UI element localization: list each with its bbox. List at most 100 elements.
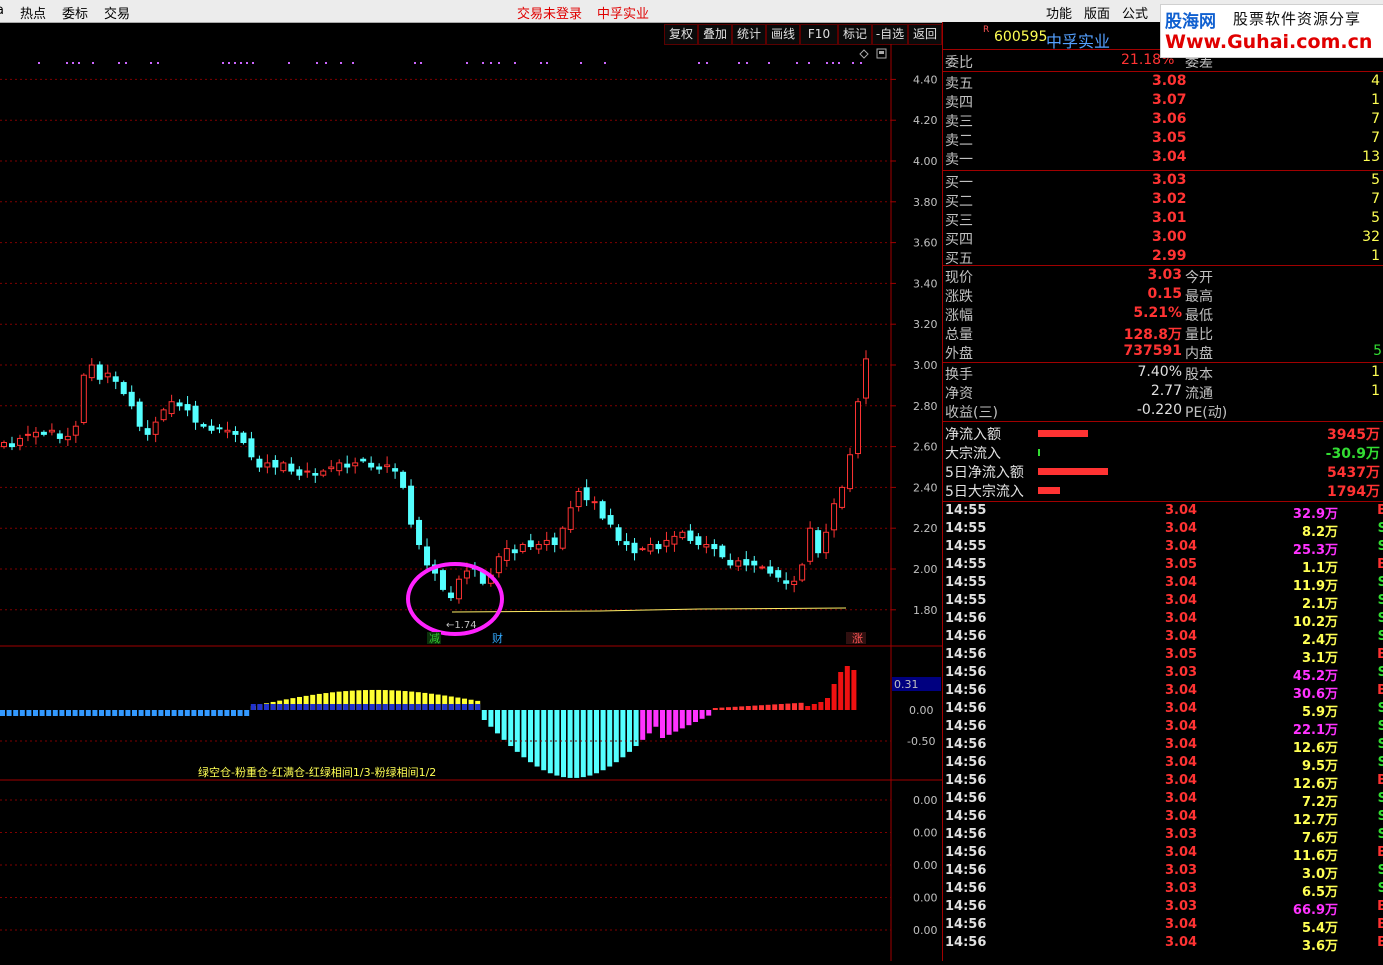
tick-row: 14:56 3.05 3.1万 B	[943, 647, 1383, 666]
indicator-bar	[732, 706, 738, 710]
tick-row: 14:56 3.04 10.2万 S	[943, 611, 1383, 630]
tick-side: S	[1377, 539, 1383, 554]
buy-volume: 5	[1371, 172, 1380, 188]
indicator-bar	[138, 710, 144, 716]
sell-row: 卖二 3.05 7	[943, 130, 1383, 149]
price-axis-label: 3.80	[913, 196, 938, 209]
indicator-bar	[752, 705, 758, 710]
overlay-button[interactable]: 叠加	[698, 24, 732, 45]
indicator-bar	[415, 704, 421, 710]
indicator-bar	[145, 710, 151, 716]
tick-side: S	[1377, 827, 1383, 842]
fuquan-button[interactable]: 复权	[664, 24, 698, 45]
chart-area[interactable]: 4.40 4.20 4.00 3.80 3.60 3.40 3.20 3.00 2.80 2.60…	[0, 44, 942, 961]
candle-down	[56, 433, 63, 439]
signal-dot	[150, 62, 152, 64]
stat-label: 换手	[945, 367, 973, 383]
signal-dot	[228, 62, 230, 64]
candle-down	[687, 530, 694, 541]
indicator-bar	[442, 704, 448, 710]
indicator-bar	[798, 702, 804, 710]
candle-up	[519, 544, 526, 552]
flow-label: 5日净流入额	[945, 465, 1024, 481]
remove-watchlist-button[interactable]: -自选	[872, 24, 908, 45]
candle-up	[503, 548, 510, 561]
tick-volume: 22.1万	[1292, 723, 1338, 738]
indicator-bar	[402, 704, 408, 710]
indicator-bar	[739, 706, 745, 710]
candle-up	[80, 374, 87, 424]
stat-value: 128.8万	[1123, 327, 1182, 343]
menu-item-formula[interactable]: 公式	[1122, 3, 1148, 22]
stat-label: 现价	[945, 270, 973, 286]
mark-button[interactable]: 标记	[838, 24, 872, 45]
window-toggle-icon[interactable]	[876, 48, 887, 59]
indicator-bar	[389, 704, 395, 710]
menu-truncated-item[interactable]: a	[0, 3, 4, 18]
kline-chart-svg[interactable]: 4.40 4.20 4.00 3.80 3.60 3.40 3.20 3.00 2.80 2.60…	[0, 44, 942, 961]
candle-down	[767, 566, 774, 574]
indicator-bar	[112, 710, 118, 716]
marker-cai-label: 财	[492, 631, 503, 645]
indicator-bar	[574, 710, 580, 778]
menu-item-function[interactable]: 功能	[1046, 3, 1072, 22]
menu-item-weibiao[interactable]: 委标	[62, 3, 88, 22]
tick-time: 14:56	[945, 719, 987, 734]
tick-time: 14:55	[945, 557, 987, 572]
indicator-legend: 绿空仓-粉重仓-红满仓-红绿相间1/3-粉绿相间1/2	[198, 765, 436, 779]
candle-up	[160, 409, 167, 421]
login-status[interactable]: 交易未登录	[517, 3, 582, 22]
stat-label-2: 今开	[1185, 270, 1213, 286]
stat-label: 涨跌	[945, 289, 973, 305]
candle-down	[256, 458, 263, 468]
indicator-bar	[204, 710, 210, 716]
candle-up	[24, 433, 31, 436]
buy-label: 买四	[945, 232, 973, 248]
flow-value: 5437万	[1327, 465, 1380, 481]
sell-label: 卖四	[945, 95, 973, 111]
candle-down	[360, 458, 367, 462]
candle-up	[663, 539, 670, 547]
sell-volume: 13	[1362, 149, 1380, 165]
indicator-bar	[554, 710, 560, 776]
indicator-bar	[745, 706, 751, 710]
stats-button[interactable]: 统计	[732, 24, 766, 45]
tick-volume: 5.9万	[1301, 705, 1338, 720]
diamond-icon[interactable]	[859, 49, 869, 59]
candle-up	[280, 462, 287, 472]
candle-down	[511, 549, 518, 554]
candle-up	[839, 486, 846, 508]
draw-line-button[interactable]: 画线	[766, 24, 800, 45]
marker-cai: 财	[492, 631, 503, 645]
buy-price: 3.01	[1152, 210, 1187, 226]
flow-bar	[1038, 449, 1040, 456]
indicator-bar	[356, 704, 362, 710]
tick-volume: 12.6万	[1292, 741, 1338, 756]
indicator-bar	[528, 710, 533, 763]
indicator-bar	[118, 710, 124, 716]
indicator-bar	[547, 710, 553, 774]
indicator-bar	[811, 704, 817, 710]
indicator-bar	[679, 710, 685, 729]
menu-item-hot[interactable]: 热点	[20, 3, 46, 22]
tick-volume: 45.2万	[1292, 669, 1338, 684]
back-button[interactable]: 返回	[908, 24, 942, 45]
f10-button[interactable]: F10	[800, 24, 838, 45]
tick-price: 3.04	[1165, 917, 1198, 932]
menu-item-trade[interactable]: 交易	[104, 3, 130, 22]
menu-item-layout[interactable]: 版面	[1084, 3, 1110, 22]
tick-side: S	[1377, 521, 1383, 536]
candle-down	[376, 466, 383, 470]
indicator-bar	[92, 710, 98, 716]
candle-up	[567, 507, 574, 530]
buy-row: 买二 3.02 7	[943, 191, 1383, 210]
signal-dot	[414, 62, 416, 64]
candle-down	[144, 428, 151, 435]
candle-down	[216, 427, 223, 430]
candle-up	[304, 470, 311, 473]
tick-price: 3.03	[1165, 827, 1198, 842]
indicator-bar	[699, 710, 705, 719]
stats-row: 涨幅 5.21% 最低	[943, 305, 1383, 324]
buy-label: 买三	[945, 213, 973, 229]
price-axis-label: 2.60	[913, 441, 938, 454]
